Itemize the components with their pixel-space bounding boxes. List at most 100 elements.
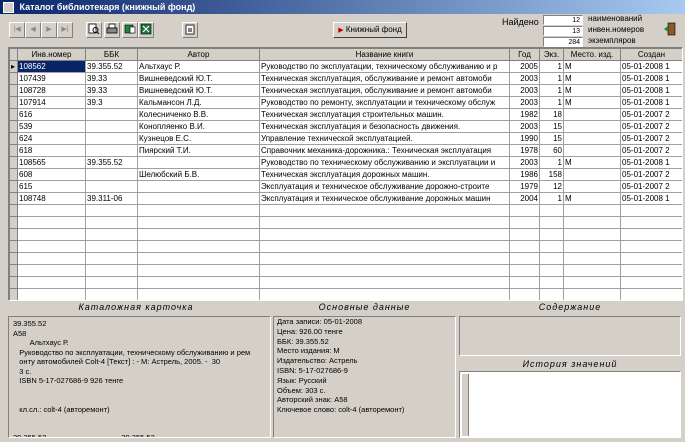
table-row[interactable]: 616 Колесниченко В.В. Техническая эксплуат… [9, 108, 682, 121]
cell-copies[interactable]: 12 [539, 180, 564, 193]
next-record-icon[interactable]: ▶ [41, 22, 57, 38]
cell-title[interactable]: Техническая эксплуатация и безопасность … [259, 120, 510, 133]
cell-author[interactable]: Пиярский Т.И. [137, 144, 260, 157]
col-created[interactable]: Создан [620, 48, 682, 61]
row-indicator[interactable] [9, 180, 18, 193]
cell-inv-number[interactable]: 108562 [17, 60, 86, 73]
cell-title[interactable]: Техническая эксплуатация, обслуживание и… [259, 72, 510, 85]
cell-bbk[interactable]: 39.33 [85, 84, 138, 97]
cell-bbk[interactable] [85, 168, 138, 181]
cell-copies[interactable]: 1 [539, 156, 564, 169]
books-grid[interactable]: Инв.номер ББК Автор Название книги Год Э… [8, 47, 683, 301]
cell-title[interactable]: Руководство по техническому обслуживанию… [259, 156, 510, 169]
col-author[interactable]: Автор [137, 48, 260, 61]
row-indicator[interactable] [9, 156, 18, 169]
col-copies[interactable]: Экз. [539, 48, 564, 61]
cell-place[interactable] [563, 180, 621, 193]
col-place[interactable]: Место. изд. [563, 48, 621, 61]
cell-place[interactable] [563, 120, 621, 133]
cell-copies[interactable]: 158 [539, 168, 564, 181]
cell-created[interactable]: 05-01-2008 1 [620, 84, 682, 97]
cell-created[interactable]: 05-01-2008 1 [620, 156, 682, 169]
book-fund-button[interactable]: ▶ Книжный фонд [333, 22, 407, 38]
cell-created[interactable]: 05-01-2007 2 [620, 120, 682, 133]
col-year[interactable]: Год [509, 48, 540, 61]
cell-created[interactable]: 05-01-2008 1 [620, 96, 682, 109]
cell-copies[interactable]: 15 [539, 120, 564, 133]
row-indicator[interactable] [9, 120, 18, 133]
cell-copies[interactable]: 1 [539, 72, 564, 85]
cell-bbk[interactable]: 39.311-06 [85, 192, 138, 205]
cell-bbk[interactable] [85, 144, 138, 157]
cell-inv-number[interactable]: 107439 [17, 72, 86, 85]
cell-created[interactable]: 05-01-2007 2 [620, 144, 682, 157]
cell-place[interactable]: М [563, 156, 621, 169]
cell-copies[interactable]: 15 [539, 132, 564, 145]
cell-year[interactable]: 2003 [509, 120, 540, 133]
cell-inv-number[interactable]: 615 [17, 180, 86, 193]
cell-title[interactable]: Руководство по ремонту, эксплуатации и т… [259, 96, 510, 109]
print-icon[interactable] [104, 22, 120, 38]
cell-inv-number[interactable]: 624 [17, 132, 86, 145]
cell-bbk[interactable]: 39.33 [85, 72, 138, 85]
first-record-icon[interactable]: |◀ [9, 22, 25, 38]
cell-copies[interactable]: 1 [539, 84, 564, 97]
table-row[interactable]: 108748 39.311-06 Эксплуатация и техническо… [9, 192, 682, 205]
table-row[interactable]: 107914 39.3 Кальмансон Л.Д. Руководство по … [9, 96, 682, 109]
cell-inv-number[interactable]: 107914 [17, 96, 86, 109]
cell-author[interactable] [137, 156, 260, 169]
cell-bbk[interactable]: 39.355.52 [85, 156, 138, 169]
cell-author[interactable]: Кузнецов Е.С. [137, 132, 260, 145]
cell-place[interactable] [563, 168, 621, 181]
current-row-icon[interactable]: ▸ [9, 60, 18, 73]
cell-place[interactable]: М [563, 96, 621, 109]
cell-inv-number[interactable]: 539 [17, 120, 86, 133]
cell-copies[interactable]: 18 [539, 108, 564, 121]
cell-year[interactable]: 1982 [509, 108, 540, 121]
cell-year[interactable]: 2003 [509, 72, 540, 85]
row-indicator[interactable] [9, 108, 18, 121]
table-row[interactable]: 624 Кузнецов Е.С. Управление технической э… [9, 132, 682, 145]
cell-place[interactable]: М [563, 60, 621, 73]
cell-created[interactable]: 05-01-2007 2 [620, 108, 682, 121]
cell-place[interactable] [563, 144, 621, 157]
cell-inv-number[interactable]: 108565 [17, 156, 86, 169]
cell-author[interactable]: Конопляенко В.И. [137, 120, 260, 133]
cell-year[interactable]: 2003 [509, 156, 540, 169]
row-indicator[interactable] [9, 132, 18, 145]
cell-title[interactable]: Техническая эксплуатация строительных ма… [259, 108, 510, 121]
cell-copies[interactable]: 1 [539, 96, 564, 109]
cell-copies[interactable]: 1 [539, 60, 564, 73]
cell-inv-number[interactable]: 608 [17, 168, 86, 181]
cell-author[interactable]: Колесниченко В.В. [137, 108, 260, 121]
cell-year[interactable]: 1979 [509, 180, 540, 193]
cell-year[interactable]: 1990 [509, 132, 540, 145]
cell-author[interactable] [137, 192, 260, 205]
cell-author[interactable]: Вишневедский Ю.Т. [137, 84, 260, 97]
cell-bbk[interactable] [85, 132, 138, 145]
cell-bbk[interactable] [85, 180, 138, 193]
cell-title[interactable]: Техническая эксплуатация, обслуживание и… [259, 84, 510, 97]
cell-copies[interactable]: 60 [539, 144, 564, 157]
cell-bbk[interactable]: 39.3 [85, 96, 138, 109]
cell-title[interactable]: Эксплуатация и техническое обслуживание … [259, 180, 510, 193]
cell-created[interactable]: 05-01-2008 1 [620, 60, 682, 73]
cell-inv-number[interactable]: 108728 [17, 84, 86, 97]
col-inv-number[interactable]: Инв.номер [17, 48, 86, 61]
cell-place[interactable]: М [563, 192, 621, 205]
prev-record-icon[interactable]: ◀ [25, 22, 41, 38]
cell-created[interactable]: 05-01-2008 1 [620, 192, 682, 205]
cell-bbk[interactable] [85, 108, 138, 121]
cell-created[interactable]: 05-01-2008 1 [620, 72, 682, 85]
col-title[interactable]: Название книги [259, 48, 510, 61]
table-row[interactable]: 618 Пиярский Т.И. Справочник механика-доро… [9, 144, 682, 157]
cell-inv-number[interactable]: 108748 [17, 192, 86, 205]
cell-bbk[interactable] [85, 120, 138, 133]
cell-place[interactable] [563, 108, 621, 121]
cell-author[interactable]: Шелюбский Б.В. [137, 168, 260, 181]
cell-year[interactable]: 2003 [509, 84, 540, 97]
cell-title[interactable]: Техническая эксплуатация дорожных машин. [259, 168, 510, 181]
cell-created[interactable]: 05-01-2007 2 [620, 132, 682, 145]
export-icon[interactable] [122, 22, 138, 38]
cell-bbk[interactable]: 39.355.52 [85, 60, 138, 73]
